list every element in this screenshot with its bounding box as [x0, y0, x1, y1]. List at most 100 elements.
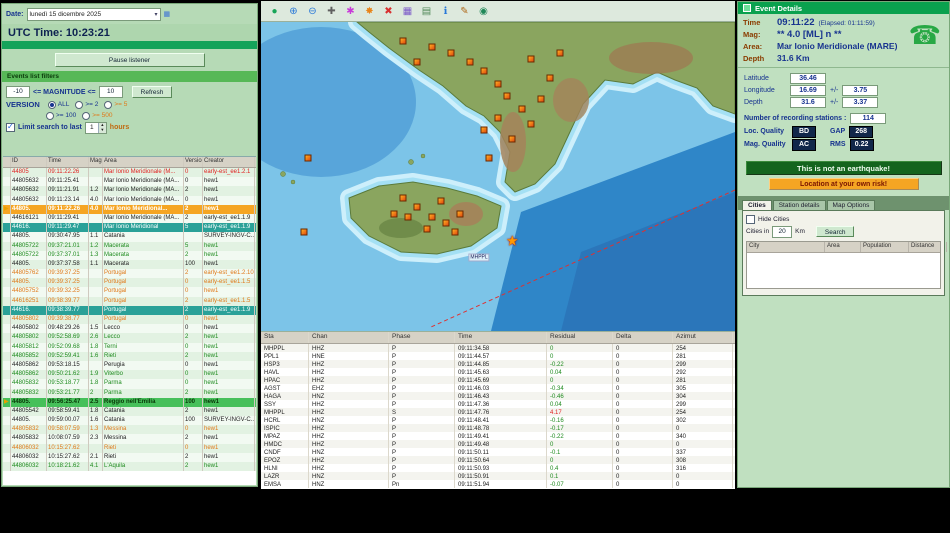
pick-row[interactable]: ISPIC HHZ P 09:11:48.78 -0.17 0 0 — [261, 424, 735, 432]
pick-row[interactable]: SSY HHZ P 09:11:47.36 0.04 0 299 — [261, 400, 735, 408]
tab-map-options[interactable]: Map Options — [826, 200, 876, 210]
event-row[interactable]: 44805722 09:37:21.01 1.2 Macerata 5 hew1 — [3, 241, 256, 251]
quake-marker[interactable]: ★ — [506, 233, 519, 250]
event-row[interactable]: 44805632 09:11:25.41 Mar Ionio Meridiona… — [3, 177, 256, 187]
event-row[interactable]: 44805812 09:52:09.68 1.8 Terni 0 hew1 — [3, 342, 256, 352]
pick-row[interactable]: MHPPL HHZ P 09:11:34.58 0 0 254 — [261, 344, 735, 352]
event-row[interactable]: 44805. 09:30:47.95 1.1 Catania SURVEY-IN… — [3, 232, 256, 242]
quake-marker[interactable] — [442, 219, 450, 227]
version-radio-5[interactable]: >= 5 — [104, 100, 127, 109]
pick-row[interactable]: HMDC HHZ P 09:11:49.48 0 0 0 — [261, 440, 735, 448]
limit-search-checkbox[interactable] — [6, 122, 15, 132]
quake-marker[interactable] — [503, 92, 511, 100]
quake-marker[interactable] — [480, 67, 488, 75]
quake-marker[interactable] — [399, 194, 407, 202]
quake-marker[interactable] — [413, 58, 421, 66]
locate-own-risk-button[interactable]: Location at your own risk! — [768, 178, 919, 190]
event-row[interactable]: ▶ 44805. 09:56:25.47 2.5 Reggio nell'Emi… — [3, 397, 256, 407]
event-row[interactable]: 44805832 10:08:07.59 2.3 Messina 2 hew1 — [3, 434, 256, 444]
select-icon[interactable]: ✱ — [343, 4, 358, 19]
quake-marker[interactable] — [428, 43, 436, 51]
quake-marker[interactable] — [447, 49, 455, 57]
quake-marker[interactable] — [423, 225, 431, 233]
picks-table-header[interactable]: Sta Chan Phase Time Residual Delta Azimu… — [261, 332, 735, 344]
event-row[interactable]: 44805862 09:53:18.15 Perugia 0 hew1 — [3, 360, 256, 371]
event-row[interactable]: 44805802 09:52:58.69 2.6 Lecco 2 hew1 — [3, 333, 256, 343]
event-row[interactable]: 44805802 09:39:38.77 Portugal 0 hew1 — [3, 315, 256, 325]
radius-input[interactable]: 20 — [772, 225, 793, 238]
search-cities-button[interactable]: Search — [815, 226, 855, 237]
event-row[interactable]: 44616121 09:11:29.41 Mar Ionio Meridiona… — [3, 213, 256, 224]
spin-down-icon[interactable]: ▼ — [98, 127, 106, 133]
layers-icon[interactable]: ▦ — [400, 4, 415, 19]
mag-max-input[interactable]: 10 — [98, 86, 123, 98]
event-row[interactable]: 44805. 09:39:37.25 Portugal 0 early-est_… — [3, 278, 256, 288]
pause-listener-button[interactable]: Pause listener — [54, 53, 205, 67]
quake-marker[interactable] — [413, 203, 421, 211]
pick-row[interactable]: EMSA HNZ Pn 09:11:51.94 -0.07 0 0 — [261, 480, 735, 488]
quake-marker[interactable] — [546, 74, 554, 82]
event-row[interactable]: 44805832 09:58:07.59 1.3 Messina 0 hew1 — [3, 425, 256, 435]
quake-marker[interactable] — [300, 228, 308, 236]
phone-icon[interactable]: ☎ — [909, 22, 941, 48]
status-icon[interactable]: ● — [267, 4, 282, 19]
zoom-out-icon[interactable]: ⊖ — [305, 4, 320, 19]
quake-marker[interactable] — [390, 210, 398, 218]
chevron-down-icon[interactable]: ▾ — [155, 11, 158, 18]
event-row[interactable]: 44805. 09:37:37.58 1.1 Macerata 100 hew1 — [3, 259, 256, 270]
quake-marker[interactable] — [466, 58, 474, 66]
pick-row[interactable]: MHPPL HHZ S 09:11:47.76 4.17 0 254 — [261, 408, 735, 416]
quake-marker[interactable] — [451, 228, 459, 236]
quake-marker[interactable] — [404, 213, 412, 221]
pick-row[interactable]: HAGA HNZ P 09:11:46.43 -0.46 0 304 — [261, 392, 735, 400]
pick-row[interactable]: EPOZ HHZ P 09:11:50.64 0 0 308 — [261, 456, 735, 464]
event-row[interactable]: ▶ 44805. 09:11:22.26 4.0 Mar Ionio Merid… — [3, 204, 256, 214]
quake-marker[interactable] — [494, 80, 502, 88]
quake-marker[interactable] — [428, 213, 436, 221]
quake-marker[interactable] — [437, 197, 445, 205]
quake-marker[interactable]: MHPPL — [468, 253, 490, 262]
edit-icon[interactable]: ✎ — [457, 4, 472, 19]
mag-min-input[interactable]: -10 — [6, 86, 30, 98]
event-row[interactable]: 44805752 09:39:32.25 Portugal 0 hew1 — [3, 287, 256, 297]
pick-row[interactable]: LAZR HNZ P 09:11:50.91 0.1 0 0 — [261, 472, 735, 480]
pick-row[interactable]: AGST EHZ P 09:11:46.03 -0.34 0 305 — [261, 384, 735, 392]
event-row[interactable]: 44805802 09:48:29.26 1.5 Lecco 0 hew1 — [3, 324, 256, 334]
pick-row[interactable]: HPAC HHZ P 09:11:45.69 0 0 281 — [261, 376, 735, 384]
quake-marker[interactable] — [537, 95, 545, 103]
hide-cities-checkbox[interactable] — [746, 215, 755, 224]
event-row[interactable]: 44805832 09:53:18.77 1.8 Parma 0 hew1 — [3, 379, 256, 389]
version-radio-100[interactable]: >= 100 — [46, 111, 76, 120]
quake-marker[interactable] — [304, 154, 312, 162]
event-row[interactable]: 44805722 09:37:37.01 1.3 Macerata 2 hew1 — [3, 250, 256, 260]
pick-row[interactable]: HLNI HHZ P 09:11:50.93 0.4 0 316 — [261, 464, 735, 472]
pick-row[interactable]: HAVL HHZ P 09:11:45.63 0.04 0 292 — [261, 368, 735, 376]
event-row[interactable]: 44616. 09:11:29.47 Mar Ionio Meridional … — [3, 223, 256, 233]
event-row[interactable]: 44805542 09:58:59.41 1.8 Catania 2 hew1 — [3, 406, 256, 417]
quake-marker[interactable] — [494, 114, 502, 122]
calendar-icon[interactable]: ▦ — [164, 10, 171, 18]
date-picker[interactable]: lunedì 15 dicembre 2025 ▾ — [26, 7, 161, 21]
event-row[interactable]: 44805. 09:59:00.07 1.6 Catania 100 SURVE… — [3, 416, 256, 426]
event-row[interactable]: 44805862 09:50:21.62 1.9 Viterbo 0 hew1 — [3, 370, 256, 380]
quake-marker[interactable] — [480, 126, 488, 134]
event-row[interactable]: 44616. 09:38:39.77 Portugal 2 early-est_… — [3, 305, 256, 315]
pick-row[interactable]: HCRL HNZ P 09:11:48.41 -0.16 0 302 — [261, 416, 735, 424]
quake-marker[interactable] — [527, 55, 535, 63]
event-row[interactable]: 44616251 09:38:39.77 Portugal 2 early-es… — [3, 296, 256, 306]
pick-row[interactable]: PPL1 HNE P 09:11:44.57 0 0 281 — [261, 352, 735, 360]
version-radio-all[interactable]: ALL — [47, 100, 69, 109]
zoom-in-icon[interactable]: ⊕ — [286, 4, 301, 19]
seismic-map[interactable]: ★ MHPPL — [261, 22, 735, 331]
quake-marker[interactable] — [518, 105, 526, 113]
event-row[interactable]: 44805632 09:11:21.91 1.2 Mar Ionio Merid… — [3, 186, 256, 196]
quake-marker[interactable] — [508, 135, 516, 143]
close-icon[interactable]: ✖ — [381, 4, 396, 19]
quake-marker[interactable] — [527, 120, 535, 128]
event-row[interactable]: 44806032 10:18:21.62 4.1 L'Aquila 2 hew1 — [3, 462, 256, 472]
settings-icon[interactable]: ✸ — [362, 4, 377, 19]
not-earthquake-button[interactable]: This is not an earthquake! — [745, 161, 942, 175]
events-table-header[interactable]: ID Time Mag Area Version Creator — [3, 157, 256, 168]
pick-row[interactable]: HSP3 HHZ P 09:11:44.85 -0.22 0 299 — [261, 360, 735, 368]
quake-marker[interactable] — [399, 37, 407, 45]
